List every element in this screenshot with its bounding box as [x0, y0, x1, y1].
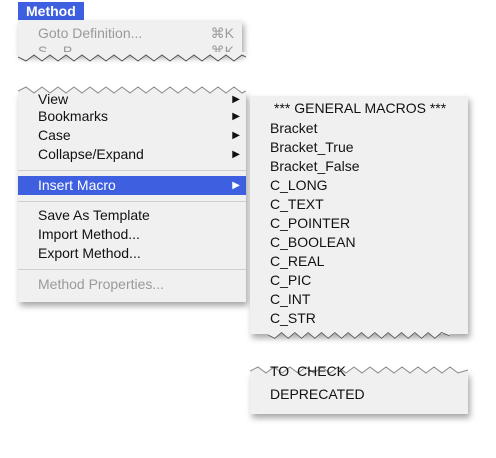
macro-item[interactable]: C_TEXT: [250, 195, 468, 214]
case-label: Case: [38, 127, 71, 143]
export-method-label: Export Method...: [38, 245, 141, 261]
menu-item-import-method[interactable]: Import Method...: [18, 225, 246, 244]
bookmarks-label: Bookmarks: [38, 108, 109, 124]
menu-item-bookmarks[interactable]: Bookmarks ▶: [18, 107, 246, 126]
method-menu: View ▶ Bookmarks ▶ Case ▶ Collapse/Expan…: [18, 86, 246, 302]
macro-item[interactable]: DEPRECATED: [250, 385, 468, 404]
macro-section-header: *** GENERAL MACROS ***: [274, 100, 447, 116]
method-properties-label: Method Properties...: [38, 276, 165, 292]
menu-item-case[interactable]: Case ▶: [18, 126, 246, 145]
macro-item[interactable]: C_INT: [250, 290, 468, 309]
insert-macro-submenu-tail: TO_CHECK DEPRECATED: [250, 366, 468, 414]
macro-item[interactable]: C_REAL: [250, 252, 468, 271]
import-method-label: Import Method...: [38, 226, 140, 242]
macro-item-partial[interactable]: TO_CHECK: [250, 366, 468, 378]
menu-item-goto-definition[interactable]: Goto Definition... ⌘K: [18, 24, 242, 43]
method-menu-title[interactable]: Method: [18, 2, 84, 20]
macro-item[interactable]: C_POINTER: [250, 214, 468, 233]
menu-separator: [18, 170, 246, 171]
macro-item[interactable]: C_LONG: [250, 176, 468, 195]
submenu-arrow-icon: ▶: [232, 111, 240, 122]
menu-item-method-properties[interactable]: Method Properties...: [18, 275, 246, 294]
submenu-arrow-icon: ▶: [232, 180, 240, 191]
torn-edge-icon: [267, 330, 450, 339]
collapse-expand-label: Collapse/Expand: [38, 146, 144, 162]
menu-item-insert-macro[interactable]: Insert Macro ▶: [18, 176, 246, 195]
insert-macro-label: Insert Macro: [38, 177, 116, 193]
macro-item[interactable]: Bracket_False: [250, 157, 468, 176]
goto-definition-shortcut: ⌘K: [210, 25, 234, 41]
menu-separator: [18, 269, 246, 270]
save-template-label: Save As Template: [38, 207, 150, 223]
macro-item[interactable]: C_PIC: [250, 271, 468, 290]
top-menu-fragment: Goto Definition... ⌘K S... P... ⌘K: [18, 20, 242, 54]
menu-item-collapse-expand[interactable]: Collapse/Expand ▶: [18, 145, 246, 164]
submenu-arrow-icon: ▶: [232, 149, 240, 160]
menu-item-save-as-template[interactable]: Save As Template: [18, 206, 246, 225]
view-label: View: [38, 91, 69, 107]
macro-item[interactable]: Bracket: [250, 119, 468, 138]
macro-item[interactable]: C_BOOLEAN: [250, 233, 468, 252]
torn-edge-icon: [18, 52, 246, 62]
macro-item[interactable]: Bracket_True: [250, 138, 468, 157]
menu-separator: [18, 201, 246, 202]
insert-macro-submenu: *** GENERAL MACROS *** Bracket Bracket_T…: [250, 96, 468, 334]
menu-item-export-method[interactable]: Export Method...: [18, 244, 246, 263]
submenu-arrow-icon: ▶: [232, 130, 240, 141]
macro-item[interactable]: C_STR: [250, 309, 468, 328]
goto-definition-label: Goto Definition...: [38, 25, 143, 41]
